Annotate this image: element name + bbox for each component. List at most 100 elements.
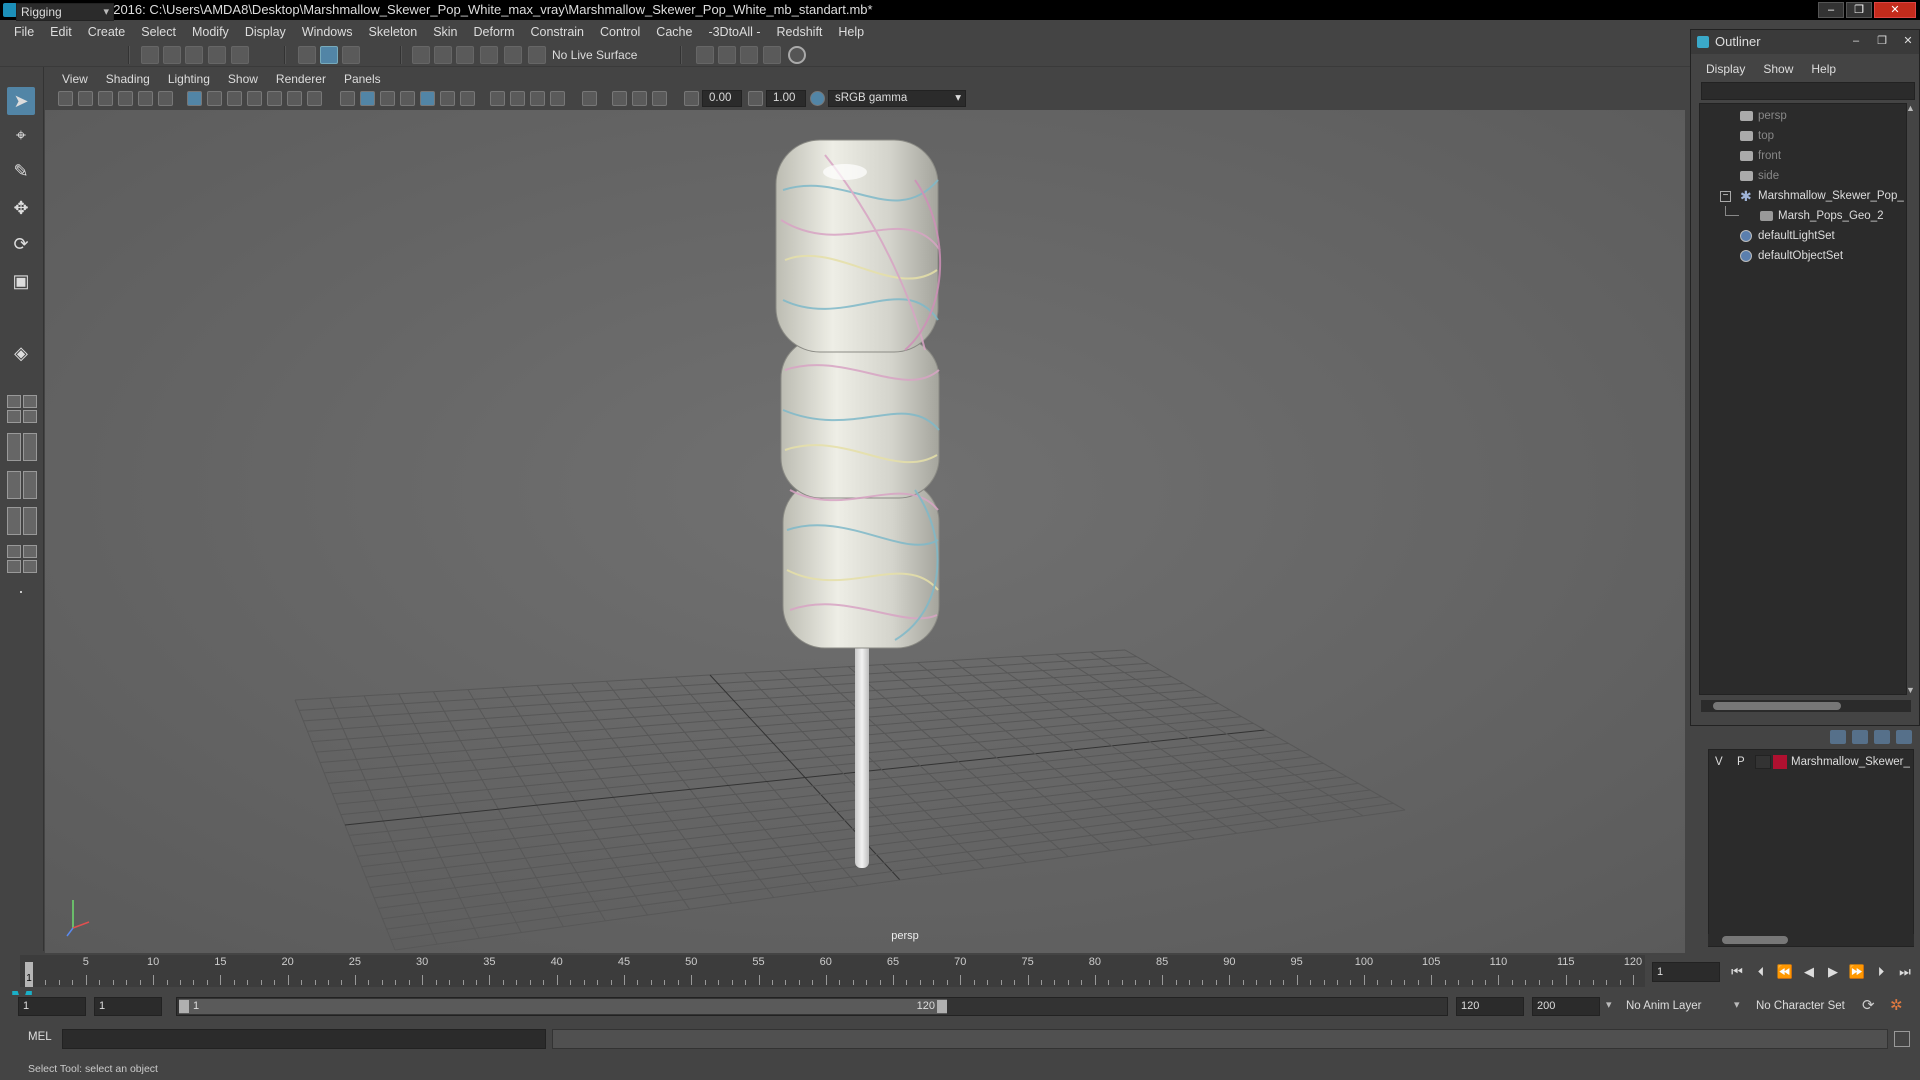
script-editor-icon[interactable] xyxy=(1894,1031,1910,1047)
film-gate-icon[interactable] xyxy=(207,91,222,106)
perspective-viewport[interactable]: persp xyxy=(45,110,1685,953)
scroll-up-icon[interactable]: ▲ xyxy=(1906,103,1915,113)
menu-create[interactable]: Create xyxy=(80,25,134,39)
select-tool-icon[interactable]: ➤ xyxy=(7,87,35,115)
layout-menu-icon[interactable]: · xyxy=(7,577,35,605)
vp-menu-panels[interactable]: Panels xyxy=(335,72,390,86)
outliner-item-group[interactable]: − ✱ Marshmallow_Skewer_Pop_ xyxy=(1700,186,1906,206)
menu-control[interactable]: Control xyxy=(592,25,648,39)
anti-aliasing-icon[interactable] xyxy=(530,91,545,106)
layer-visibility-toggle[interactable]: V xyxy=(1715,752,1723,772)
outliner-menu-display[interactable]: Display xyxy=(1697,62,1754,76)
range-slider[interactable]: 1 120 xyxy=(176,997,1448,1016)
wireframe-on-shaded-icon[interactable] xyxy=(400,91,415,106)
layer-horizontal-scrollbar[interactable] xyxy=(1708,934,1914,946)
hypershade-icon[interactable] xyxy=(788,46,806,64)
outliner-item-side[interactable]: side xyxy=(1700,166,1906,186)
new-layer-selected-icon[interactable] xyxy=(1896,730,1912,744)
scrollbar-thumb[interactable] xyxy=(1713,702,1841,710)
exposure-icon[interactable] xyxy=(684,91,699,106)
current-frame-marker[interactable]: 1 xyxy=(25,962,33,987)
outliner-item-top[interactable]: top xyxy=(1700,126,1906,146)
layer-name[interactable]: Marshmallow_Skewer_ xyxy=(1791,752,1910,772)
isolate-select-icon[interactable] xyxy=(582,91,597,106)
safe-action-icon[interactable] xyxy=(287,91,302,106)
start-time-field[interactable]: 1 xyxy=(18,997,86,1016)
step-forward-key-icon[interactable]: ⏩ xyxy=(1848,963,1866,981)
play-forwards-icon[interactable]: ▶ xyxy=(1824,963,1842,981)
scroll-down-icon[interactable]: ▼ xyxy=(1906,685,1915,695)
render-settings-icon[interactable] xyxy=(696,46,714,64)
persp-outliner-layout-icon[interactable] xyxy=(7,433,37,461)
ipr-render-icon[interactable] xyxy=(740,46,758,64)
gamma-icon[interactable] xyxy=(748,91,763,106)
single-view-layout-icon[interactable]: ◈ xyxy=(7,339,35,367)
anim-layer-dropdown[interactable]: No Anim Layer xyxy=(1626,997,1736,1016)
vp-menu-shading[interactable]: Shading xyxy=(97,72,159,86)
rotate-tool-icon[interactable]: ⟳ xyxy=(7,230,35,258)
render-frame-icon[interactable] xyxy=(718,46,736,64)
new-scene-icon[interactable] xyxy=(141,46,159,64)
screen-space-ao-icon[interactable] xyxy=(490,91,505,106)
restore-icon[interactable]: ❐ xyxy=(1846,2,1872,18)
animation-preferences-icon[interactable]: ✲ xyxy=(1890,996,1903,1014)
menu-select[interactable]: Select xyxy=(133,25,184,39)
snap-view-plane-icon[interactable] xyxy=(480,46,498,64)
outliner-menu-show[interactable]: Show xyxy=(1754,62,1802,76)
four-view-layout-icon[interactable] xyxy=(7,395,37,423)
textured-icon[interactable] xyxy=(420,91,435,106)
motion-blur-icon[interactable] xyxy=(510,91,525,106)
menu-constrain[interactable]: Constrain xyxy=(523,25,593,39)
color-management-icon[interactable] xyxy=(810,91,825,106)
menu-cache[interactable]: Cache xyxy=(648,25,700,39)
outliner-item-default-object-set[interactable]: defaultObjectSet xyxy=(1700,246,1906,266)
outliner-item-persp[interactable]: persp xyxy=(1700,106,1906,126)
redo-icon[interactable] xyxy=(231,46,249,64)
camera-attributes-icon[interactable] xyxy=(78,91,93,106)
close-icon[interactable]: ✕ xyxy=(1897,33,1919,49)
chevron-down-icon[interactable]: ▾ xyxy=(1606,998,1612,1011)
bookmark-icon[interactable] xyxy=(98,91,113,106)
default-material-icon[interactable] xyxy=(380,91,395,106)
time-slider[interactable]: 5 10 15 20 25 30 35 40 45 50 55 60 65 70 75 80 85 90 95 100… xyxy=(20,955,1645,987)
range-end-grip[interactable] xyxy=(937,1000,947,1013)
shadows-icon[interactable] xyxy=(460,91,475,106)
live-surface-label[interactable]: No Live Surface xyxy=(552,46,656,64)
step-forward-frame-icon[interactable]: ⏵ xyxy=(1872,963,1890,981)
minimize-icon[interactable]: – xyxy=(1845,33,1867,49)
hypershade-layout-icon[interactable] xyxy=(7,507,37,535)
menu-windows[interactable]: Windows xyxy=(294,25,361,39)
playback-end-field[interactable]: 120 xyxy=(1456,997,1524,1016)
snap-live-icon[interactable] xyxy=(504,46,522,64)
layer-playback-toggle[interactable]: P xyxy=(1737,752,1745,772)
xray-icon[interactable] xyxy=(612,91,627,106)
gamma-field[interactable]: 1.00 xyxy=(766,90,806,107)
layer-color-swatch[interactable] xyxy=(1773,755,1787,769)
scrollbar-thumb[interactable] xyxy=(1722,936,1788,944)
depth-of-field-icon[interactable] xyxy=(550,91,565,106)
outliner-item-mesh[interactable]: Marsh_Pops_Geo_2 xyxy=(1700,206,1906,226)
exposure-field[interactable]: 0.00 xyxy=(702,90,742,107)
close-icon[interactable]: ✕ xyxy=(1874,2,1916,18)
step-back-frame-icon[interactable]: ⏴ xyxy=(1752,963,1770,981)
menu-set-dropdown[interactable]: Rigging xyxy=(16,3,114,21)
two-d-pan-icon[interactable] xyxy=(138,91,153,106)
paint-select-tool-icon[interactable]: ✎ xyxy=(7,157,35,185)
smooth-shade-icon[interactable] xyxy=(360,91,375,106)
view-transform-dropdown[interactable]: sRGB gamma ▾ xyxy=(828,90,966,107)
menu-help[interactable]: Help xyxy=(830,25,872,39)
outliner-item-front[interactable]: front xyxy=(1700,146,1906,166)
layer-display-type[interactable] xyxy=(1755,755,1771,769)
step-back-key-icon[interactable]: ⏪ xyxy=(1776,963,1794,981)
playback-start-field[interactable]: 1 xyxy=(94,997,162,1016)
range-start-grip[interactable] xyxy=(179,1000,189,1013)
gate-mask-icon[interactable] xyxy=(247,91,262,106)
menu-edit[interactable]: Edit xyxy=(42,25,80,39)
outliner-menu-help[interactable]: Help xyxy=(1802,62,1845,76)
play-backwards-icon[interactable]: ◀ xyxy=(1800,963,1818,981)
collapse-icon[interactable]: − xyxy=(1720,191,1731,202)
vp-menu-renderer[interactable]: Renderer xyxy=(267,72,335,86)
end-time-field[interactable]: 200 xyxy=(1532,997,1600,1016)
menu-redshift[interactable]: Redshift xyxy=(769,25,831,39)
current-frame-field[interactable]: 1 xyxy=(1652,962,1720,982)
